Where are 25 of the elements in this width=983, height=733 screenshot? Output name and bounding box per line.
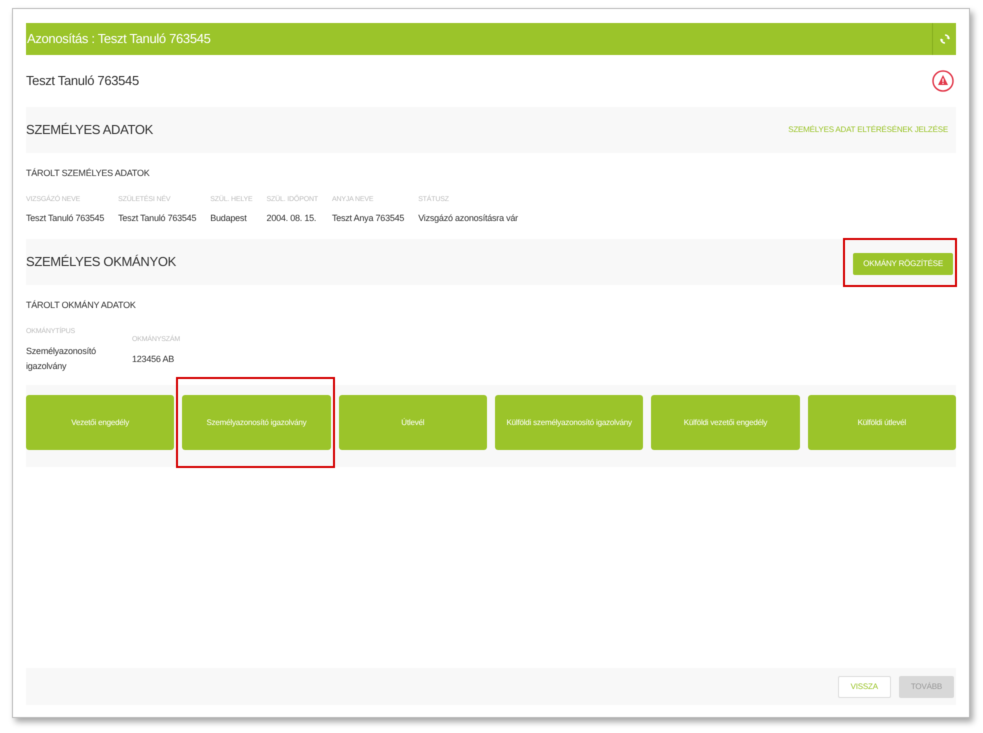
field-value: Teszt Anya 763545 [332,212,404,225]
refresh-icon [938,33,950,45]
document-type-button[interactable]: Külföldi személyazonosító igazolvány [494,395,644,450]
back-button[interactable]: VISSZA [838,676,891,698]
candidate-name: Teszt Tanuló 763545 [26,72,139,90]
subsection-title: TÁROLT OKMÁNY ADATOK [26,299,137,312]
record-document-button[interactable]: OKMÁNY RÖGZÍTÉSE [853,252,953,274]
document-type-button[interactable]: Külföldi vezetői engedély [651,395,800,450]
subsection-title: TÁROLT SZEMÉLYES ADATOK [26,167,151,180]
document-type-button[interactable]: Útlevél [338,395,487,450]
warning-icon [932,70,954,92]
report-discrepancy-link[interactable]: SZEMÉLYES ADAT ELTÉRÉSÉNEK JELZÉSE [788,124,948,136]
field-value: Teszt Tanuló 763545 [118,212,196,225]
window-title: Azonosítás : Teszt Tanuló 763545 [27,30,211,48]
field-value: Vizsgázó azonosításra vár [418,212,518,225]
field-value: Teszt Tanuló 763545 [26,212,104,225]
document-type-button[interactable]: Személyazonosító igazolvány [182,395,331,450]
section-title: SZEMÉLYES ADATOK [26,121,154,140]
section-title: SZEMÉLYES OKMÁNYOK [26,253,176,272]
field-value: Budapest [210,212,248,225]
field-value: Személyazonosító igazolvány [26,345,97,373]
field-value: 123456 AB [132,353,176,366]
document-type-button[interactable]: Külföldi útlevél [808,395,956,450]
field-value: 2004. 08. 15. [266,212,318,225]
document-type-button[interactable]: Vezetői engedély [26,395,174,450]
